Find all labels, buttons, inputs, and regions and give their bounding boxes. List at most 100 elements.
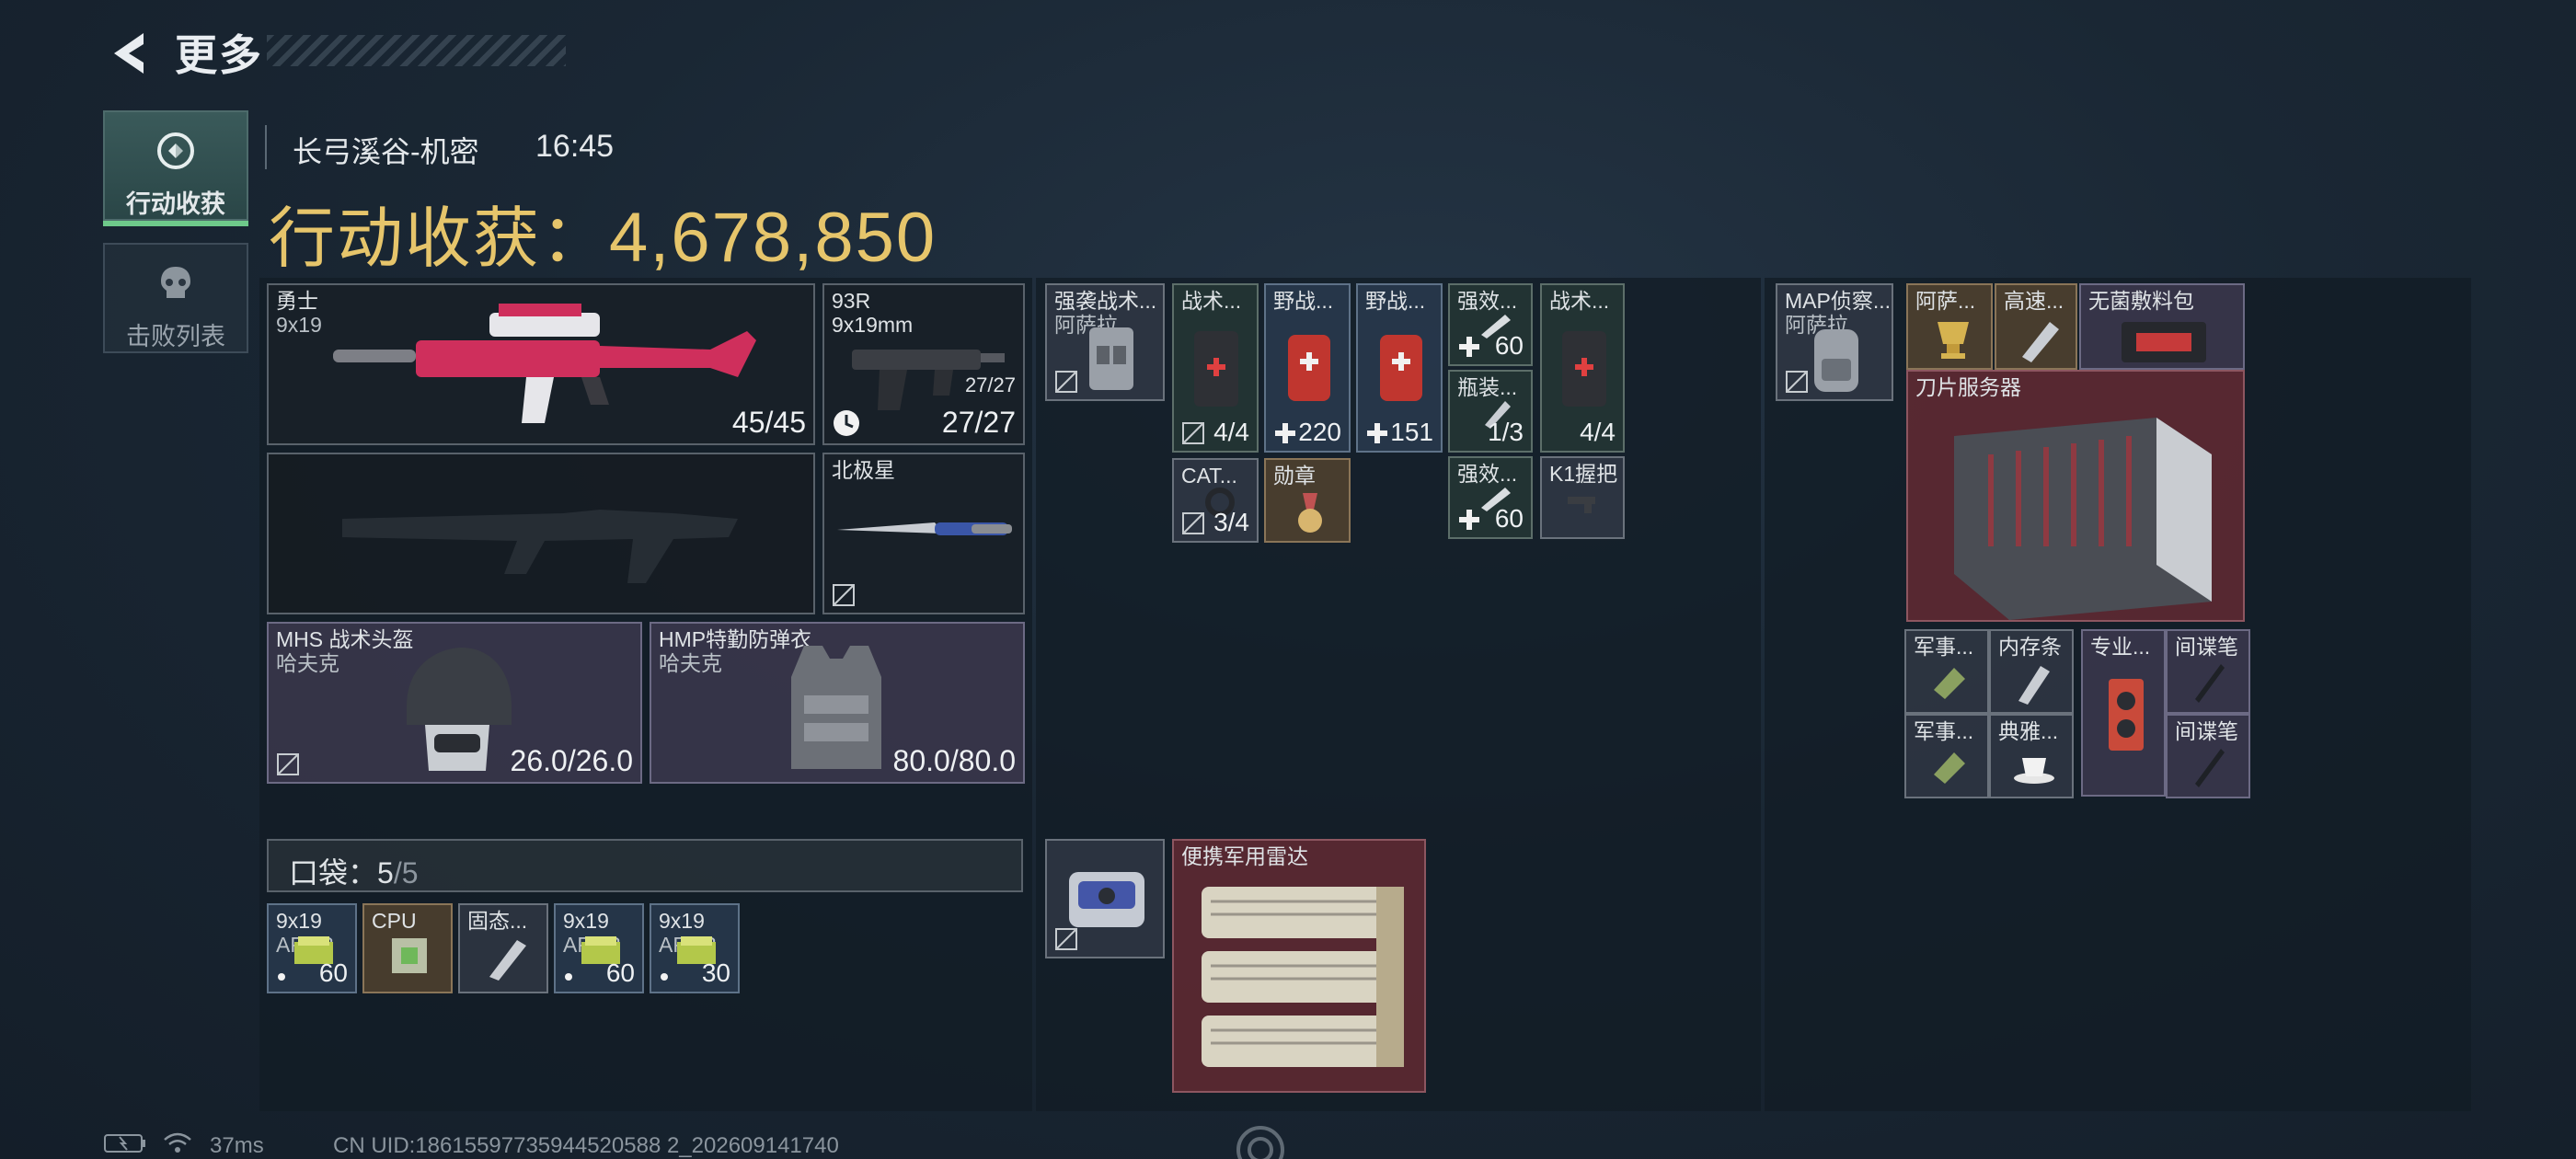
container-slot[interactable] bbox=[1045, 839, 1165, 958]
item-name: 内存条 bbox=[1998, 635, 2062, 659]
armor-vest-icon bbox=[791, 646, 881, 769]
medkit-icon bbox=[1380, 335, 1422, 401]
ssd-icon bbox=[489, 940, 526, 981]
pocket-item[interactable]: CPU bbox=[362, 903, 453, 993]
pocket-item[interactable]: 9x19 AP6.3 60 bbox=[554, 903, 644, 993]
no-insure-icon bbox=[833, 584, 855, 606]
user-uid: CN UID:18615597735944520588 2_2026091417… bbox=[333, 1133, 839, 1158]
knife-icon bbox=[837, 522, 1012, 535]
backpack-item[interactable]: 高速... bbox=[1995, 283, 2077, 370]
pocket-item[interactable]: 固态... bbox=[458, 903, 548, 993]
home-indicator-icon[interactable] bbox=[1233, 1122, 1288, 1159]
backpack-item-radar[interactable]: 便携军用雷达 bbox=[1172, 839, 1426, 1093]
secondary-weapon-slot[interactable]: 93R 9x19mm 27/27 27/27 bbox=[822, 283, 1025, 445]
rig-item[interactable]: 战术... 4/4 bbox=[1172, 283, 1259, 453]
item-name: 勋章 bbox=[1273, 464, 1316, 488]
item-name: 9x19 bbox=[659, 909, 705, 933]
earnings-total: 行动收获：4,678,850 bbox=[269, 184, 937, 281]
pocket-item[interactable]: 9x19 AP6.3 60 bbox=[267, 903, 357, 993]
armor-brand: 哈夫克 bbox=[659, 651, 722, 675]
backpack-item[interactable]: 军事... bbox=[1904, 629, 1989, 714]
weapon-name: 93R bbox=[832, 289, 871, 313]
rifle-icon bbox=[333, 304, 756, 423]
item-name: K1握把 bbox=[1549, 462, 1618, 486]
item-name: 阿萨... bbox=[1915, 289, 1976, 313]
skull-icon bbox=[161, 267, 190, 298]
backpack-item-blade-server[interactable]: 刀片服务器 bbox=[1906, 370, 2245, 622]
backpack-item[interactable]: 间谍笔 bbox=[2166, 714, 2250, 798]
pocket-header: 口袋：5/5 bbox=[267, 839, 1023, 892]
chest-rig-slot[interactable]: 强袭战术... 阿萨拉 bbox=[1045, 283, 1165, 401]
pocket-label-text: 口袋： bbox=[289, 856, 378, 889]
medical-plus-icon bbox=[1459, 337, 1479, 357]
item-count: 1/3 bbox=[1488, 418, 1524, 446]
pocket-item[interactable]: 9x19 AP6.3 30 bbox=[650, 903, 740, 993]
item-count: 220 bbox=[1298, 418, 1341, 446]
item-count: 4/4 bbox=[1580, 418, 1616, 446]
helmet-slot[interactable]: MHS 战术头盔 哈夫克 26.0/26.0 bbox=[267, 622, 642, 784]
backpack-item[interactable]: 无菌敷料包 bbox=[2079, 283, 2245, 370]
tab-kill-list[interactable]: 击败列表 bbox=[103, 243, 248, 353]
backpack-item[interactable]: 军事... bbox=[1904, 714, 1989, 798]
back-button[interactable] bbox=[101, 26, 156, 81]
radar-icon bbox=[1202, 887, 1404, 1067]
armor-durability: 80.0/80.0 bbox=[892, 744, 1016, 777]
no-insure-icon bbox=[1182, 512, 1204, 534]
item-name: 典雅... bbox=[1998, 719, 2059, 743]
weapon-ammo-type: 9x19 bbox=[276, 313, 322, 337]
item-name: 军事... bbox=[1914, 635, 1974, 659]
rig-item[interactable]: 强效... 60 bbox=[1448, 456, 1533, 539]
backpack-item[interactable]: 典雅... bbox=[1989, 714, 2074, 798]
backpack-item[interactable]: 间谍笔 bbox=[2166, 629, 2250, 714]
chest-rig-icon bbox=[1089, 327, 1133, 390]
info-separator bbox=[265, 125, 267, 169]
item-count: 60 bbox=[318, 958, 348, 987]
helmet-name: MHS 战术头盔 bbox=[276, 627, 414, 651]
primary-weapon-slot[interactable]: 勇士 9x19 45/45 bbox=[267, 283, 815, 445]
item-name: 固态... bbox=[467, 909, 528, 933]
backpack-item[interactable]: 阿萨... bbox=[1906, 283, 1993, 370]
backpack-item[interactable]: 专业... bbox=[2081, 629, 2166, 797]
rig-item[interactable]: 战术... 4/4 bbox=[1540, 283, 1625, 453]
rig-item[interactable]: CAT... 3/4 bbox=[1172, 458, 1259, 543]
medical-plus-icon bbox=[1367, 423, 1387, 443]
empty-weapon-slot[interactable] bbox=[267, 453, 815, 614]
item-name: 便携军用雷达 bbox=[1181, 844, 1308, 868]
no-insure-icon bbox=[1786, 371, 1808, 393]
item-name: 战术... bbox=[1181, 289, 1242, 313]
earnings-value: 4,678,850 bbox=[609, 199, 937, 277]
backpack-slot[interactable]: MAP侦察... 阿萨拉 bbox=[1776, 283, 1893, 401]
rifle-silhouette-icon bbox=[342, 510, 738, 583]
first-aid-pouch-icon bbox=[1562, 331, 1606, 407]
item-name: 军事... bbox=[1914, 719, 1974, 743]
no-insure-icon bbox=[1055, 928, 1077, 950]
spy-pen-icon bbox=[2195, 749, 2225, 787]
rig-item[interactable]: 强效... 60 bbox=[1448, 283, 1533, 366]
backpack-item[interactable]: 内存条 bbox=[1989, 629, 2074, 714]
helmet-brand: 哈夫克 bbox=[276, 651, 339, 675]
item-name: 野战... bbox=[1273, 289, 1334, 313]
item-name: 9x19 bbox=[276, 909, 322, 933]
graphics-card-icon bbox=[2109, 679, 2144, 751]
ping: 37ms bbox=[210, 1133, 264, 1158]
rig-item[interactable]: 野战... 220 bbox=[1264, 283, 1351, 453]
rig-item[interactable]: 野战... 151 bbox=[1356, 283, 1443, 453]
memory-stick-icon bbox=[2018, 666, 2050, 705]
melee-slot[interactable]: 北极星 bbox=[822, 453, 1025, 614]
hdd-icon bbox=[2022, 322, 2059, 362]
no-insure-icon bbox=[277, 753, 299, 775]
medal-icon bbox=[1298, 493, 1322, 533]
map-name: 长弓溪谷-机密 bbox=[293, 135, 479, 168]
armor-slot[interactable]: HMP特勤防弹衣 哈夫克 80.0/80.0 bbox=[650, 622, 1025, 784]
grip-icon bbox=[1568, 497, 1595, 513]
rig-item[interactable]: K1握把 bbox=[1540, 456, 1625, 539]
bandage-pack-icon bbox=[2122, 322, 2206, 362]
first-aid-pouch-icon bbox=[1194, 331, 1238, 407]
circuit-board-icon bbox=[1934, 668, 1965, 699]
tab-operation-loot[interactable]: 行动收获 bbox=[103, 110, 248, 226]
rig-item[interactable]: 瓶装... 1/3 bbox=[1448, 370, 1533, 453]
rig-name: 强袭战术... bbox=[1054, 289, 1157, 313]
medical-plus-icon bbox=[1459, 510, 1479, 530]
item-name: 间谍笔 bbox=[2175, 719, 2238, 743]
rig-item[interactable]: 勋章 bbox=[1264, 458, 1351, 543]
